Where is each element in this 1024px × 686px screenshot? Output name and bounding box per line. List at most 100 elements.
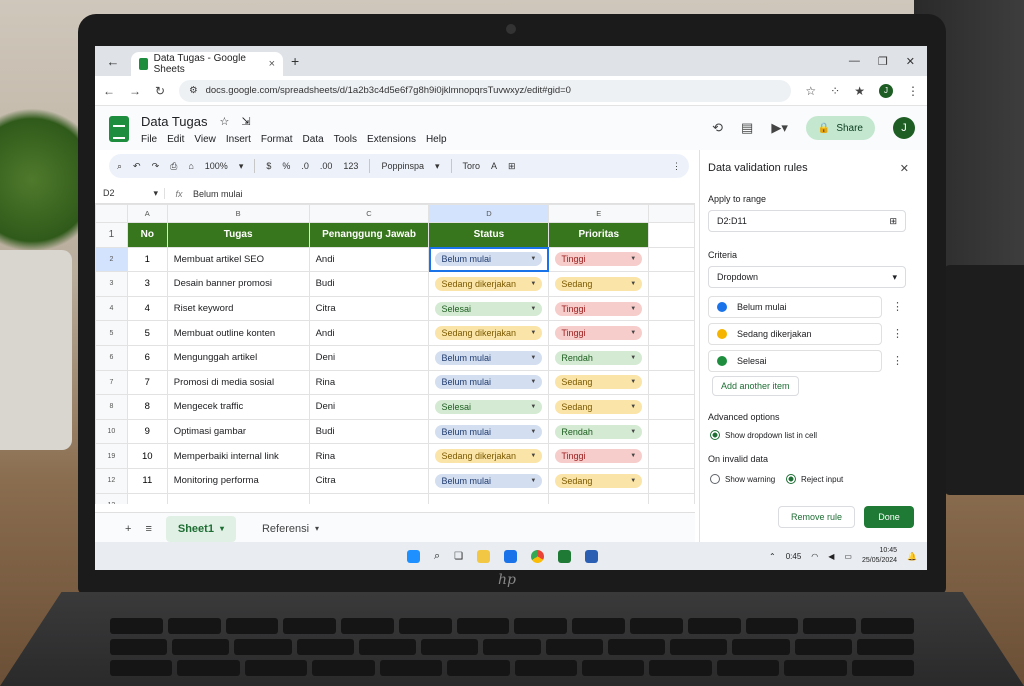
- close-icon[interactable]: ✕: [900, 162, 909, 175]
- empty-cell[interactable]: [648, 394, 695, 420]
- status-chip[interactable]: Sedang dikerjakan ▼: [435, 276, 543, 291]
- cell-tugas[interactable]: Monitoring performa: [166, 467, 310, 494]
- color-dot-icon[interactable]: [717, 302, 727, 312]
- cell-no[interactable]: 9: [126, 418, 168, 445]
- show-dropdown-toggle[interactable]: Show dropdown list in cell: [710, 430, 817, 440]
- cell-tugas[interactable]: Membuat artikel SEO: [166, 246, 310, 273]
- row-header[interactable]: 8: [95, 394, 128, 420]
- priority-chip[interactable]: Sedang ▼: [555, 375, 643, 390]
- menu-format[interactable]: Format: [261, 134, 293, 145]
- menu-insert[interactable]: Insert: [226, 134, 251, 145]
- formula-input[interactable]: Belum mulai: [193, 189, 243, 199]
- cell-tugas[interactable]: Mengunggah artikel: [166, 344, 310, 371]
- empty-cell[interactable]: [126, 492, 168, 504]
- dropdown-option-2[interactable]: Sedang dikerjakan: [708, 323, 882, 345]
- cell-no[interactable]: 6: [126, 344, 168, 371]
- battery-icon[interactable]: ▭: [844, 552, 852, 561]
- empty-cell[interactable]: [648, 443, 695, 469]
- show-warning-radio[interactable]: Show warning: [710, 474, 775, 484]
- empty-cell[interactable]: [648, 492, 695, 504]
- range-input[interactable]: D2:D11 ⊞: [708, 210, 906, 232]
- cell-status[interactable]: Belum mulai ▼: [428, 246, 550, 273]
- search-icon[interactable]: ⌕: [434, 550, 440, 563]
- profile-avatar-small[interactable]: J: [879, 83, 893, 98]
- cell-prioritas[interactable]: Sedang ▼: [548, 394, 650, 420]
- row-header[interactable]: 5: [95, 320, 128, 346]
- percent-button[interactable]: %: [282, 161, 290, 171]
- cell-pj[interactable]: Budi: [308, 418, 430, 445]
- extensions-icon[interactable]: ⁘: [830, 84, 840, 98]
- cell-tugas[interactable]: Membuat outline konten: [166, 320, 310, 346]
- cell-pj[interactable]: Budi: [308, 271, 430, 297]
- status-chip[interactable]: Belum mulai ▼: [435, 252, 543, 267]
- cell-pj[interactable]: Rina: [308, 369, 430, 396]
- column-header-c[interactable]: C: [308, 204, 430, 223]
- borders-icon[interactable]: ⊞: [508, 161, 516, 172]
- status-chip[interactable]: Belum mulai ▼: [435, 473, 543, 488]
- cell-no[interactable]: 11: [126, 467, 168, 494]
- cell-status[interactable]: Selesai ▼: [428, 394, 550, 420]
- priority-chip[interactable]: Rendah ▼: [555, 424, 643, 439]
- minimize-icon[interactable]: —: [849, 55, 860, 68]
- reload-icon[interactable]: ↻: [155, 84, 165, 98]
- cell-pj[interactable]: Andi: [308, 246, 430, 273]
- paint-format-icon[interactable]: ⌂: [188, 161, 193, 171]
- cell-prioritas[interactable]: Tinggi ▼: [548, 443, 650, 469]
- cell-prioritas[interactable]: Sedang ▼: [548, 369, 650, 396]
- version-history-icon[interactable]: ⟲: [712, 120, 723, 136]
- outlook-icon[interactable]: [585, 549, 599, 563]
- mail-icon[interactable]: [504, 549, 518, 563]
- move-icon[interactable]: ⇲: [241, 115, 250, 128]
- clock[interactable]: 10:45 25/05/2024: [862, 546, 897, 566]
- empty-cell[interactable]: [308, 492, 430, 504]
- empty-cell[interactable]: [648, 246, 695, 273]
- cell-no[interactable]: 10: [126, 443, 168, 469]
- empty-cell[interactable]: [648, 418, 695, 445]
- priority-chip[interactable]: Tinggi ▼: [555, 252, 643, 267]
- header-cell-status[interactable]: Status: [428, 222, 550, 248]
- menu-tools[interactable]: Tools: [334, 134, 357, 145]
- cell-status[interactable]: Belum mulai ▼: [428, 467, 550, 494]
- menu-view[interactable]: View: [194, 134, 216, 145]
- cell-status[interactable]: Belum mulai ▼: [428, 344, 550, 371]
- cell-tugas[interactable]: Desain banner promosi: [166, 271, 310, 297]
- status-chip[interactable]: Sedang dikerjakan ▼: [435, 326, 543, 341]
- cell-no[interactable]: 7: [126, 369, 168, 396]
- meet-icon[interactable]: ▶▾: [771, 120, 788, 136]
- priority-chip[interactable]: Tinggi ▼: [555, 326, 643, 341]
- cell-tugas[interactable]: Riset keyword: [166, 295, 310, 322]
- cell-tugas[interactable]: Optimasi gambar: [166, 418, 310, 445]
- forward-icon[interactable]: →: [129, 84, 141, 98]
- redo-icon[interactable]: ↷: [152, 161, 160, 172]
- cell-tugas[interactable]: Memperbaiki internal link: [166, 443, 310, 469]
- dropdown-option-3[interactable]: Selesai: [708, 350, 882, 372]
- header-cell-pj[interactable]: Penanggung Jawab: [308, 222, 430, 248]
- cell-status[interactable]: Sedang dikerjakan ▼: [428, 320, 550, 346]
- cell-prioritas[interactable]: Sedang ▼: [548, 467, 650, 494]
- corner-cell[interactable]: [95, 204, 128, 223]
- empty-cell[interactable]: [648, 271, 695, 297]
- empty-cell[interactable]: [428, 492, 550, 504]
- star-icon[interactable]: ☆: [220, 115, 230, 128]
- bookmark-star-icon[interactable]: ☆: [805, 84, 816, 98]
- empty-cell[interactable]: [648, 344, 695, 371]
- row-header[interactable]: 4: [95, 295, 128, 322]
- decrease-decimal-button[interactable]: .0: [301, 161, 309, 171]
- priority-chip[interactable]: Tinggi ▼: [555, 301, 643, 316]
- empty-cell[interactable]: [648, 369, 695, 396]
- comments-icon[interactable]: ▤: [741, 120, 753, 136]
- restore-icon[interactable]: ❐: [878, 55, 888, 68]
- column-header-f[interactable]: [648, 204, 695, 223]
- bookmarks-icon[interactable]: ★: [854, 84, 865, 98]
- criteria-select[interactable]: Dropdown ▾: [708, 266, 906, 288]
- excel-icon[interactable]: [558, 549, 572, 563]
- status-chip[interactable]: Selesai ▼: [435, 301, 543, 316]
- all-sheets-icon[interactable]: ≡: [145, 523, 151, 535]
- task-view-icon[interactable]: ❏: [454, 551, 463, 562]
- cell-no[interactable]: 8: [126, 394, 168, 420]
- header-cell-tugas[interactable]: Tugas: [166, 222, 310, 248]
- start-icon[interactable]: [407, 549, 420, 563]
- empty-cell[interactable]: [548, 492, 650, 504]
- menu-file[interactable]: File: [141, 134, 157, 145]
- header-cell-no[interactable]: No: [126, 222, 168, 248]
